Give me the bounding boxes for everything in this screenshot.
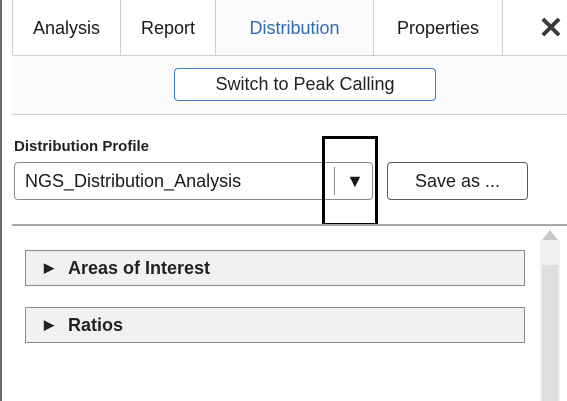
distribution-panel: Analysis Report Distribution Properties …	[0, 0, 567, 401]
save-as-button[interactable]: Save as ...	[387, 162, 528, 200]
tab-label: Analysis	[32, 17, 101, 38]
scroll-up-icon[interactable]	[542, 230, 558, 240]
tab-bar: Analysis Report Distribution Properties	[12, 0, 503, 56]
section-ratios[interactable]: ▶ Ratios	[25, 307, 525, 343]
scrollbar-thumb[interactable]	[542, 265, 558, 401]
profile-selected-value: NGS_Distribution_Analysis	[25, 171, 242, 191]
section-areas-of-interest[interactable]: ▶ Areas of Interest	[25, 250, 525, 286]
tab-label: Report	[140, 17, 196, 38]
triangle-right-icon: ▶	[44, 317, 54, 332]
divider	[12, 114, 567, 115]
tab-label: Properties	[396, 17, 480, 38]
switch-row: Switch to Peak Calling	[12, 56, 567, 114]
distribution-profile-label: Distribution Profile	[14, 138, 149, 155]
tab-distribution[interactable]: Distribution	[216, 0, 374, 56]
triangle-right-icon: ▶	[44, 260, 54, 275]
tab-analysis[interactable]: Analysis	[12, 0, 121, 56]
switch-to-peak-calling-button[interactable]: Switch to Peak Calling	[174, 68, 436, 101]
tab-label: Distribution	[249, 17, 340, 38]
section-label: Ratios	[68, 314, 124, 335]
distribution-profile-select[interactable]: NGS_Distribution_Analysis ▼	[14, 162, 373, 200]
chevron-down-icon[interactable]: ▼	[346, 171, 364, 192]
section-label: Areas of Interest	[68, 257, 211, 278]
tab-properties[interactable]: Properties	[374, 0, 503, 56]
close-icon[interactable]: ✕	[536, 14, 566, 44]
tab-report[interactable]: Report	[121, 0, 216, 56]
dropdown-divider	[334, 167, 335, 195]
